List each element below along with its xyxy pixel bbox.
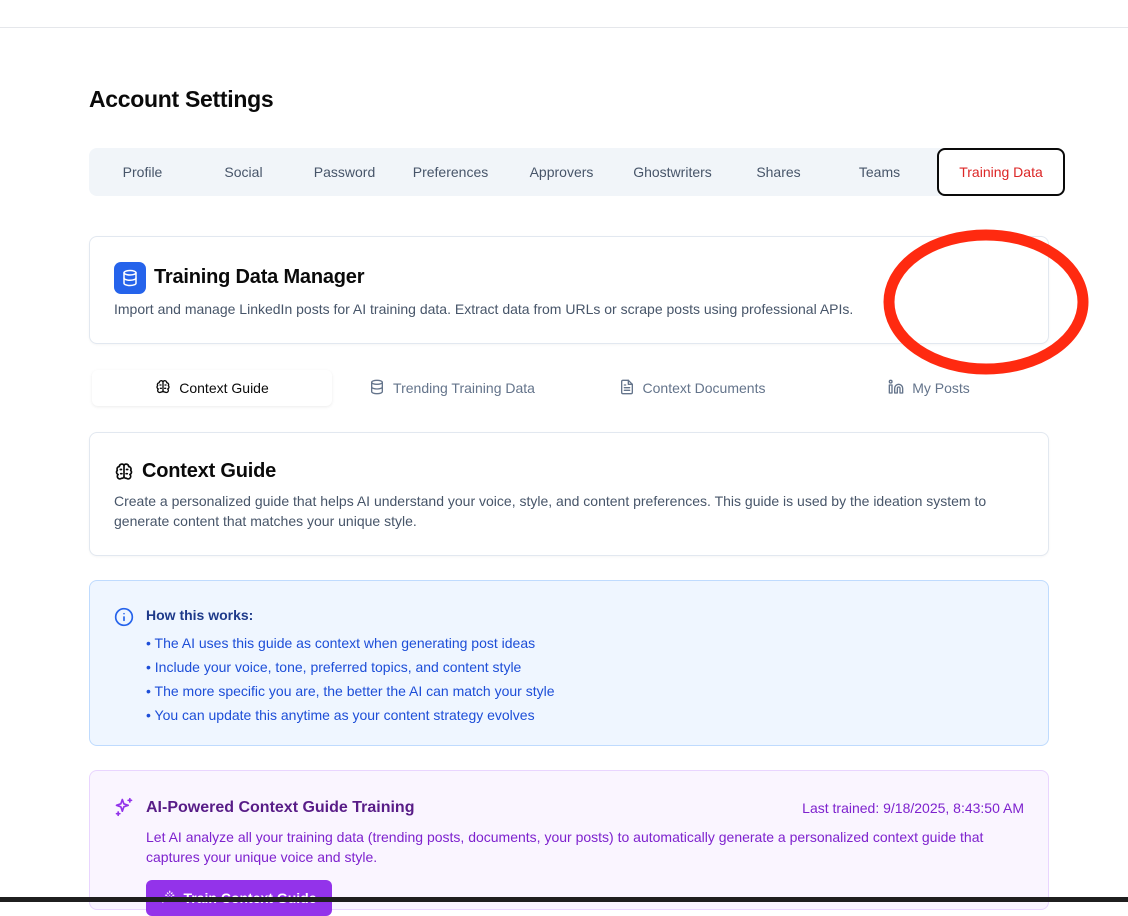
tab-social[interactable]: Social [193,148,294,196]
bottom-edge-bar [0,897,1128,902]
tab-shares[interactable]: Shares [728,148,829,196]
training-data-manager-card: Training Data Manager Import and manage … [89,236,1049,344]
subtab-label: Context Guide [179,380,269,396]
ai-training-title: AI-Powered Context Guide Training [146,799,415,816]
header-divider [0,27,1128,28]
tab-profile[interactable]: Profile [92,148,193,196]
info-icon [114,607,134,632]
sparkles-icon [114,797,134,822]
tab-preferences[interactable]: Preferences [395,148,506,196]
tab-approvers[interactable]: Approvers [506,148,617,196]
linkedin-icon [888,379,904,398]
tab-password[interactable]: Password [294,148,395,196]
tab-training-data[interactable]: Training Data [937,148,1065,196]
ai-training-box: AI-Powered Context Guide Training Last t… [89,770,1049,916]
document-icon [619,379,635,398]
subtab-label: My Posts [912,380,970,396]
subtab-context-guide[interactable]: Context Guide [92,370,332,406]
how-it-works-box: How this works: • The AI uses this guide… [89,580,1049,746]
training-sub-tabs: Context Guide Trending Training Data Con… [89,368,1049,408]
list-item: • Include your voice, tone, preferred to… [146,659,522,675]
subtab-label: Trending Training Data [393,380,535,396]
database-icon [369,379,385,398]
subtab-my-posts[interactable]: My Posts [812,370,1046,406]
context-guide-description: Create a personalized guide that helps A… [114,493,987,529]
how-it-works-list: • The AI uses this guide as context when… [146,631,555,727]
manager-title: Training Data Manager [154,266,365,288]
brain-icon [114,462,134,487]
list-item: • The more specific you are, the better … [146,683,555,699]
ai-training-description: Let AI analyze all your training data (t… [146,829,984,865]
manager-description: Import and manage LinkedIn posts for AI … [114,301,854,317]
subtab-context-documents[interactable]: Context Documents [572,370,812,406]
subtab-trending-training-data[interactable]: Trending Training Data [332,370,572,406]
list-item: • You can update this anytime as your co… [146,707,535,723]
subtab-label: Context Documents [642,380,766,396]
settings-tab-bar: Profile Social Password Preferences Appr… [89,148,1065,196]
how-it-works-heading: How this works: [146,607,254,623]
context-guide-title: Context Guide [142,460,277,482]
list-item: • The AI uses this guide as context when… [146,635,536,651]
brain-icon [155,379,171,398]
tab-ghostwriters[interactable]: Ghostwriters [617,148,728,196]
last-trained-timestamp: Last trained: 9/18/2025, 8:43:50 AM [802,800,1024,816]
database-icon [114,262,146,294]
page-title: Account Settings [89,86,274,112]
tab-teams[interactable]: Teams [829,148,930,196]
context-guide-card: Context Guide Create a personalized guid… [89,432,1049,556]
